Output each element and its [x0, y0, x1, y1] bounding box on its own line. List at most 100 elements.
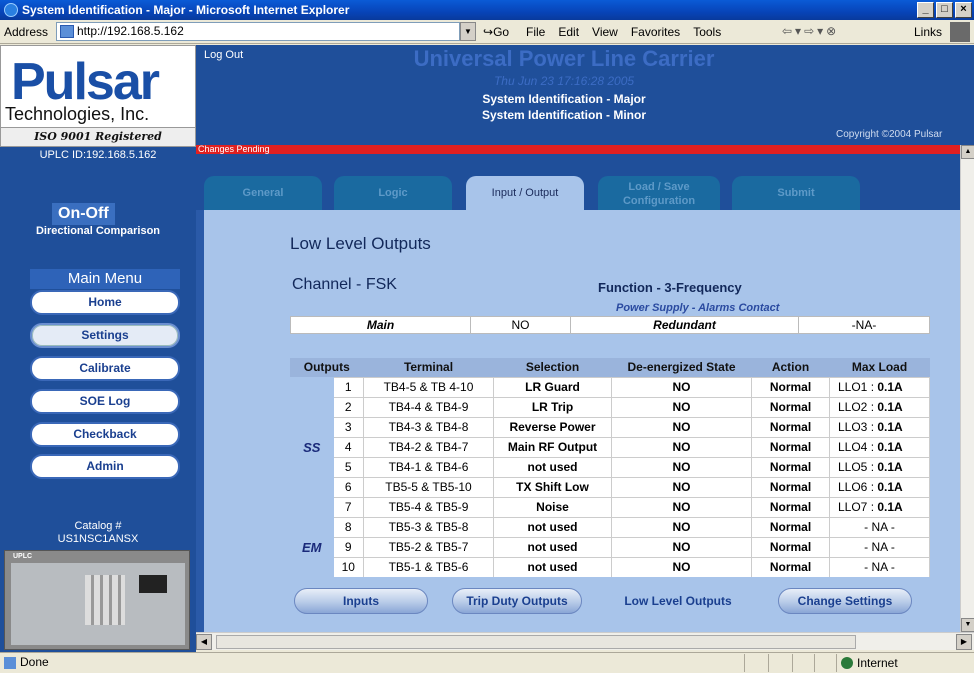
settings-button[interactable]: Settings — [30, 323, 180, 348]
menu-tools[interactable]: Tools — [693, 25, 721, 39]
action-cell: Normal — [751, 436, 830, 457]
device-brand: UPLC — [13, 553, 33, 560]
action-cell: Normal — [751, 416, 830, 437]
vertical-scrollbar[interactable]: ▲ ▼ — [960, 145, 974, 633]
address-input[interactable]: http://192.168.5.162 — [56, 22, 460, 41]
max-load-label: LLO3 : — [838, 420, 878, 434]
deenergized-state-cell: NO — [611, 416, 752, 437]
alarm-main-label: Main — [291, 317, 471, 333]
tab-logic[interactable]: Logic — [334, 176, 452, 210]
max-load-cell: LLO7 : 0.1A — [829, 496, 930, 517]
soe-log-button[interactable]: SOE Log — [30, 389, 180, 414]
deenergized-state-cell: NO — [611, 516, 752, 537]
scroll-up-arrow-icon[interactable]: ▲ — [961, 145, 974, 159]
links-button[interactable]: Links — [914, 25, 942, 39]
deenergized-state-cell: NO — [611, 376, 752, 397]
outputs-table: Outputs Terminal Selection De-energized … — [290, 358, 930, 577]
device-display — [139, 575, 167, 593]
table-row: EM 8 TB5-3 & TB5-8 not used NO Normal - NA - — [290, 516, 930, 577]
max-load-label: - NA - — [864, 560, 895, 575]
max-load-cell: - NA - — [829, 556, 930, 577]
catalog-info: Catalog # US1NSC1ANSX — [0, 520, 196, 546]
function-title: Function - 3-Frequency — [598, 280, 742, 295]
system-id-major: System Identification - Major — [482, 92, 646, 106]
max-load-cell: LLO5 : 0.1A — [829, 456, 930, 477]
admin-button[interactable]: Admin — [30, 454, 180, 479]
status-separator — [792, 654, 814, 672]
logout-link[interactable]: Log Out — [204, 49, 243, 61]
ie-icon — [4, 3, 18, 17]
iso-badge: ISO 9001 Registered — [1, 127, 195, 146]
home-button[interactable]: Home — [30, 290, 180, 315]
horizontal-scroll-thumb[interactable] — [216, 635, 856, 649]
max-load-label: - NA - — [864, 520, 895, 534]
max-load-value: 0.1A — [877, 420, 903, 434]
calibrate-button[interactable]: Calibrate — [30, 356, 180, 381]
close-button[interactable]: × — [955, 2, 972, 18]
product-title: Universal Power Line Carrier — [413, 46, 715, 71]
output-number: 6 — [333, 476, 364, 497]
status-page-icon — [4, 657, 16, 669]
selection-cell: Reverse Power — [493, 416, 612, 437]
maximize-button[interactable]: □ — [936, 2, 953, 18]
copyright-text: Copyright ©2004 Pulsar — [836, 129, 943, 140]
terminal-cell: TB4-1 & TB4-6 — [363, 456, 494, 477]
output-number: 1 — [333, 376, 364, 397]
menu-file[interactable]: File — [526, 25, 545, 39]
output-number: 5 — [333, 456, 364, 477]
menu-edit[interactable]: Edit — [558, 25, 579, 39]
max-load-label: LLO5 : — [838, 460, 878, 474]
main-content: General Logic Input / Output Load / Save… — [196, 154, 960, 632]
output-group-label: EM — [290, 517, 334, 577]
menu-view[interactable]: View — [592, 25, 618, 39]
scroll-right-arrow-icon[interactable]: ▶ — [956, 634, 972, 650]
outputs-table-body: SS 1 TB4-5 & TB 4-10 LR Guard NO Normal LLO1 :… — [290, 376, 930, 577]
io-panel: Low Level Outputs Channel - FSK Function… — [204, 210, 960, 632]
table-row: 5 TB4-1 & TB4-6 not used NO Normal LLO5 : 0.1… — [290, 456, 930, 477]
terminal-cell: TB5-4 & TB5-9 — [363, 496, 494, 517]
window-title: System Identification - Major - Microsof… — [22, 3, 350, 17]
horizontal-scrollbar[interactable]: ◀ ▶ — [196, 632, 974, 650]
selection-cell: not used — [493, 556, 612, 577]
deenergized-state-cell: NO — [611, 556, 752, 577]
header-date: Thu Jun 23 17:16:28 2005 — [493, 74, 635, 88]
window-controls: _ □ × — [917, 2, 972, 18]
selection-cell: not used — [493, 516, 612, 537]
output-number: 7 — [333, 496, 364, 517]
terminal-cell: TB5-1 & TB5-6 — [363, 556, 494, 577]
go-button[interactable]: ↪Go — [483, 25, 509, 39]
checkback-button[interactable]: Checkback — [30, 422, 180, 447]
page-icon — [60, 25, 74, 38]
max-load-value: 0.1A — [877, 400, 903, 414]
scroll-down-arrow-icon[interactable]: ▼ — [961, 618, 974, 632]
output-number: 9 — [333, 536, 364, 557]
status-bar: Done Internet — [0, 652, 974, 672]
changes-pending-bar: Changes Pending — [196, 145, 974, 154]
alarm-redundant-label: Redundant — [571, 317, 799, 333]
minimize-button[interactable]: _ — [917, 2, 934, 18]
scroll-left-arrow-icon[interactable]: ◀ — [196, 634, 212, 650]
tab-input-output[interactable]: Input / Output — [466, 176, 584, 210]
inputs-button[interactable]: Inputs — [294, 588, 428, 614]
mode-label: On-Off — [52, 203, 115, 225]
address-dropdown-button[interactable]: ▼ — [460, 22, 476, 41]
main-menu-title: Main Menu — [30, 269, 180, 289]
max-load-label: - NA - — [864, 540, 895, 554]
col-outputs: Outputs — [290, 358, 364, 377]
tab-general[interactable]: General — [204, 176, 322, 210]
deenergized-state-cell: NO — [611, 396, 752, 417]
back-forward-icons[interactable]: ⇦▾⇨▾⊗ — [782, 24, 839, 38]
selection-cell: LR Guard — [493, 376, 612, 397]
deenergized-state-cell: NO — [611, 476, 752, 497]
tab-submit[interactable]: Submit — [732, 176, 860, 210]
trip-duty-outputs-button[interactable]: Trip Duty Outputs — [452, 588, 582, 614]
low-level-outputs-button[interactable]: Low Level Outputs — [610, 588, 746, 614]
menu-favorites[interactable]: Favorites — [631, 25, 680, 39]
table-header-row: Outputs Terminal Selection De-energized … — [290, 358, 930, 377]
action-cell: Normal — [751, 536, 830, 557]
change-settings-button[interactable]: Change Settings — [778, 588, 912, 614]
left-panel: Pulsar Technologies, Inc. ISO 9001 Regis… — [0, 45, 196, 652]
action-cell: Normal — [751, 476, 830, 497]
tab-load-save-configuration[interactable]: Load / Save Configuration — [598, 176, 720, 210]
catalog-label: Catalog # — [74, 520, 122, 532]
